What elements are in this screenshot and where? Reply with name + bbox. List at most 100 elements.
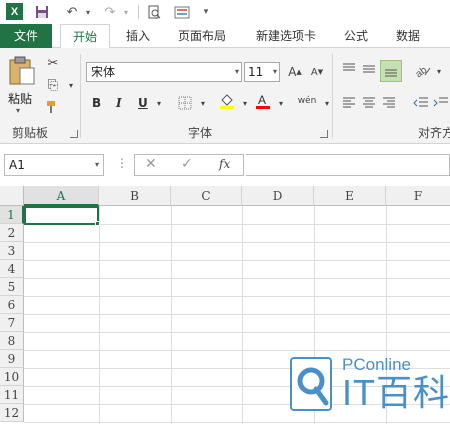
copy-icon[interactable]: ⎘ bbox=[44, 76, 62, 94]
tab-home[interactable]: 开始 bbox=[60, 24, 110, 49]
undo-dropdown-icon[interactable]: ▾ bbox=[80, 4, 96, 20]
row-header[interactable]: 8 bbox=[0, 332, 24, 350]
italic-button[interactable]: I bbox=[116, 94, 122, 112]
svg-text:ab: ab bbox=[415, 65, 430, 77]
font-name-value: 宋体 bbox=[91, 65, 116, 79]
fill-color-icon[interactable] bbox=[218, 92, 236, 110]
name-box[interactable]: A1 ▾ bbox=[4, 154, 104, 176]
font-launcher-icon[interactable] bbox=[320, 130, 328, 138]
undo-icon[interactable]: ↶ bbox=[64, 4, 80, 20]
clipboard-launcher-icon[interactable] bbox=[70, 130, 78, 138]
decrease-indent-icon[interactable] bbox=[412, 94, 430, 112]
column-header-d[interactable]: D bbox=[242, 186, 314, 206]
phonetic-guide-icon[interactable]: wén bbox=[296, 92, 318, 110]
print-preview-icon[interactable] bbox=[146, 4, 162, 20]
row-header[interactable]: 3 bbox=[0, 242, 24, 260]
redo-icon[interactable]: ↷ bbox=[102, 4, 118, 20]
alignment-group-label: 对齐方 bbox=[418, 126, 450, 140]
active-cell-a1[interactable] bbox=[24, 206, 99, 225]
row-header[interactable]: 11 bbox=[0, 386, 24, 404]
align-right-icon[interactable] bbox=[380, 94, 398, 112]
row-header[interactable]: 2 bbox=[0, 224, 24, 242]
font-color-dropdown-icon[interactable]: ▾ bbox=[272, 94, 290, 112]
watermark-title: IT百科 bbox=[342, 372, 450, 413]
fill-color-dropdown-icon[interactable]: ▾ bbox=[236, 94, 254, 112]
tab-new-tab[interactable]: 新建选项卡 bbox=[248, 24, 324, 48]
align-bottom-icon[interactable] bbox=[380, 60, 402, 82]
redo-dropdown-icon[interactable]: ▾ bbox=[118, 4, 134, 20]
align-center-icon[interactable] bbox=[360, 94, 378, 112]
column-header-e[interactable]: E bbox=[314, 186, 386, 206]
decrease-font-size-icon[interactable]: A ▼ bbox=[308, 63, 326, 81]
cut-icon[interactable]: ✂ bbox=[44, 54, 62, 72]
excel-logo-icon: X bbox=[6, 3, 23, 20]
column-header-f[interactable]: F bbox=[386, 186, 450, 206]
orientation-dropdown-icon[interactable]: ▾ bbox=[430, 62, 448, 80]
font-name-dropdown-icon[interactable]: ▾ bbox=[235, 63, 239, 81]
row-header[interactable]: 4 bbox=[0, 260, 24, 278]
font-size-value: 11 bbox=[248, 65, 264, 79]
enter-icon[interactable]: ✓ bbox=[181, 156, 193, 172]
increase-font-size-icon[interactable]: A ▲ bbox=[286, 63, 304, 81]
row-header[interactable]: 7 bbox=[0, 314, 24, 332]
align-middle-icon[interactable] bbox=[360, 60, 378, 78]
form-icon[interactable] bbox=[174, 4, 190, 20]
row-header[interactable]: 9 bbox=[0, 350, 24, 368]
tab-page-layout[interactable]: 页面布局 bbox=[172, 24, 232, 48]
select-all-corner[interactable] bbox=[0, 186, 24, 206]
paste-icon[interactable] bbox=[8, 56, 36, 86]
insert-function-icon[interactable]: fx bbox=[219, 157, 230, 171]
clipboard-group-label: 剪贴板 bbox=[12, 126, 49, 140]
tab-file[interactable]: 文件 bbox=[0, 24, 52, 48]
customize-toolbar-icon[interactable]: ▾ bbox=[198, 4, 214, 20]
column-header-a[interactable]: A bbox=[24, 186, 99, 206]
cancel-icon[interactable]: ✕ bbox=[145, 156, 157, 172]
phonetic-guide-label: wén bbox=[297, 96, 317, 106]
border-dropdown-icon[interactable]: ▾ bbox=[194, 94, 212, 112]
gridline bbox=[242, 206, 243, 424]
formula-input[interactable] bbox=[246, 154, 450, 176]
save-icon[interactable] bbox=[34, 4, 50, 20]
formula-bar: A1 ▾ ⋮ ✕ ✓ fx bbox=[0, 150, 450, 178]
paste-button-label[interactable]: 粘贴 bbox=[8, 90, 32, 107]
phonetic-dropdown-icon[interactable]: ▾ bbox=[318, 94, 336, 112]
underline-button[interactable]: U bbox=[138, 94, 148, 112]
increase-indent-icon[interactable] bbox=[432, 94, 450, 112]
align-top-icon[interactable] bbox=[340, 60, 358, 78]
font-name-select[interactable]: 宋体 ▾ bbox=[86, 62, 242, 82]
row-header[interactable]: 10 bbox=[0, 368, 24, 386]
tab-insert[interactable]: 插入 bbox=[120, 24, 156, 48]
copy-dropdown-icon[interactable]: ▾ bbox=[62, 76, 80, 94]
row-header[interactable]: 6 bbox=[0, 296, 24, 314]
border-icon[interactable] bbox=[176, 94, 194, 112]
row-header[interactable]: 12 bbox=[0, 404, 24, 422]
group-divider bbox=[80, 54, 81, 138]
underline-dropdown-icon[interactable]: ▾ bbox=[150, 94, 168, 112]
tab-formulas[interactable]: 公式 bbox=[336, 24, 376, 48]
formula-bar-grip-icon[interactable]: ⋮ bbox=[116, 156, 128, 170]
format-painter-icon[interactable] bbox=[44, 98, 62, 116]
fill-handle[interactable] bbox=[95, 221, 100, 226]
bold-button[interactable]: B bbox=[92, 94, 101, 112]
row-header[interactable]: 5 bbox=[0, 278, 24, 296]
column-header-c[interactable]: C bbox=[171, 186, 242, 206]
pconline-watermark: PConline IT百科 bbox=[290, 345, 450, 415]
paste-dropdown-icon[interactable]: ▾ bbox=[16, 106, 20, 115]
name-box-value: A1 bbox=[9, 158, 25, 172]
font-color-icon[interactable]: A bbox=[254, 92, 272, 110]
formula-buttons: ✕ ✓ fx bbox=[134, 154, 244, 176]
quick-access-toolbar: X ↶ ▾ ↷ ▾ ▾ bbox=[0, 0, 450, 24]
name-box-dropdown-icon[interactable]: ▾ bbox=[95, 155, 99, 175]
svg-text:A: A bbox=[258, 93, 266, 107]
tab-data[interactable]: 数据 bbox=[388, 24, 428, 48]
row-header[interactable]: 1 bbox=[0, 206, 24, 224]
font-size-dropdown-icon[interactable]: ▾ bbox=[273, 63, 277, 81]
font-size-select[interactable]: 11 ▾ bbox=[244, 62, 280, 82]
font-group-label: 字体 bbox=[188, 126, 213, 140]
toolbar-separator bbox=[138, 5, 139, 19]
ribbon: 粘贴 ▾ ✂ ⎘ ▾ 剪贴板 宋体 ▾ 11 ▾ A ▲ A ▼ B I U ▾ ▾… bbox=[0, 48, 450, 144]
ribbon-tabs: 文件 开始 插入 页面布局 新建选项卡 公式 数据 bbox=[0, 24, 450, 49]
column-header-b[interactable]: B bbox=[99, 186, 171, 206]
align-left-icon[interactable] bbox=[340, 94, 358, 112]
gridline bbox=[171, 206, 172, 424]
